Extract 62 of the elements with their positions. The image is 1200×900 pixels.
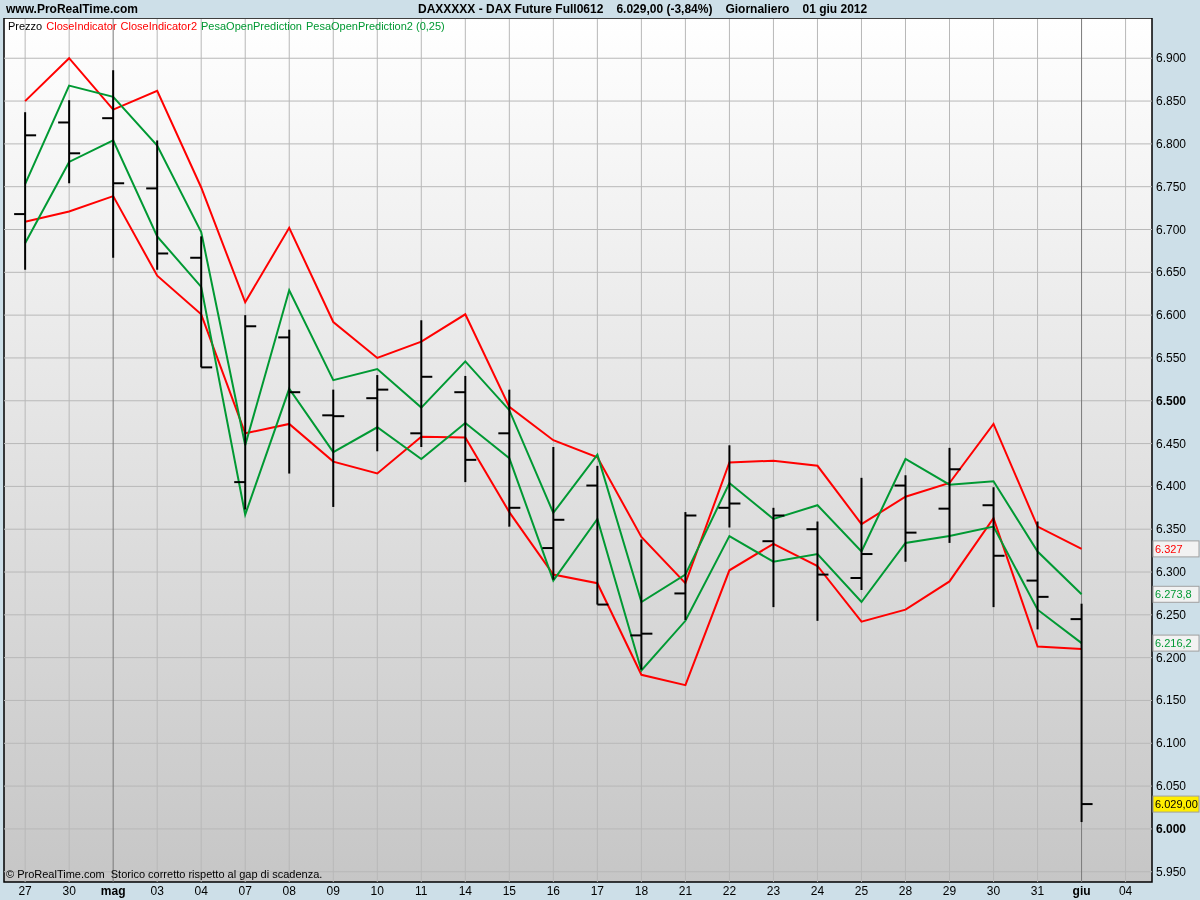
axis-label: 25	[854, 884, 869, 898]
axis-label: 6.800	[1156, 136, 1187, 151]
axis-label: 6.550	[1156, 350, 1187, 365]
axis-label: 14	[458, 884, 472, 898]
axis-label: 6.300	[1156, 565, 1187, 579]
timeframe-label: Giornaliero	[725, 2, 790, 16]
axis-label: 30	[62, 884, 76, 898]
legend-item: CloseIndicator2	[120, 20, 197, 32]
value-tag: 6.273,8	[1152, 585, 1200, 603]
axis-label: giu	[1072, 884, 1091, 898]
axis-label: 6.100	[1156, 736, 1187, 751]
axis-label: 6.650	[1156, 265, 1187, 280]
axis-label: 6.150	[1156, 693, 1187, 708]
price-tag: 6.029,00	[1152, 795, 1200, 813]
axis-label: 28	[898, 884, 913, 898]
axis-label: 08	[282, 884, 296, 898]
date-label: 01 giu 2012	[802, 2, 868, 16]
footer-note: Storico corretto rispetto al gap di scadenza.	[110, 868, 323, 880]
site-url: www.ProRealTime.com	[5, 2, 140, 16]
axis-label: 21	[678, 884, 693, 898]
axis-label: 27	[18, 884, 32, 898]
copyright-text: © ProRealTime.com	[6, 868, 105, 880]
axis-label: 30	[986, 884, 1001, 898]
axis-label: 6.750	[1156, 179, 1187, 194]
axis-label: 31	[1030, 884, 1045, 898]
axis-label: 03	[150, 884, 164, 898]
legend-item: CloseIndicator	[46, 20, 117, 32]
axis-label: 6.850	[1156, 94, 1187, 109]
axis-label: 17	[590, 884, 605, 898]
axis-label: 09	[326, 884, 340, 898]
axis-label: 6.700	[1156, 222, 1187, 237]
axis-label: 5.950	[1156, 864, 1187, 879]
axis-label: 04	[194, 884, 208, 898]
axis-label: 6.200	[1156, 650, 1187, 665]
axis-label: 6.250	[1156, 607, 1187, 622]
quote-change: 6.029,00 (-3,84%)	[616, 2, 713, 16]
axis-label: 23	[766, 884, 781, 898]
instrument-title: DAXXXXX - DAX Future Full0612	[418, 2, 604, 16]
legend-item: PesaOpenPrediction2 (0,25)	[305, 20, 445, 32]
axis-label: 6.350	[1156, 522, 1187, 537]
axis-label: 11	[415, 884, 428, 898]
axis-label: 6.450	[1156, 436, 1187, 451]
axis-label: 10	[370, 884, 384, 898]
axis-label: 6.600	[1156, 308, 1187, 323]
axis-label: 07	[238, 884, 252, 898]
axis-label: 6.500	[1156, 393, 1187, 408]
value-tag: 6.216,2	[1152, 634, 1200, 652]
axis-label: 6.000	[1156, 821, 1187, 836]
value-tag: 6.327	[1152, 540, 1200, 558]
legend-item: PesaOpenPrediction	[201, 20, 302, 32]
axis-label: 6.050	[1156, 779, 1187, 794]
axis-label: 6.400	[1156, 479, 1187, 494]
axis-label: 04	[1118, 884, 1133, 898]
axis-label: 24	[810, 884, 825, 898]
axis-label: mag	[100, 884, 126, 898]
axis-label: 22	[722, 884, 737, 898]
legend-item: Prezzo	[8, 20, 43, 32]
axis-label: 29	[942, 884, 957, 898]
axis-label: 6.900	[1156, 51, 1187, 66]
axis-label: 16	[546, 884, 561, 898]
axis-label: 18	[634, 884, 649, 898]
axis-label: 15	[502, 884, 516, 898]
